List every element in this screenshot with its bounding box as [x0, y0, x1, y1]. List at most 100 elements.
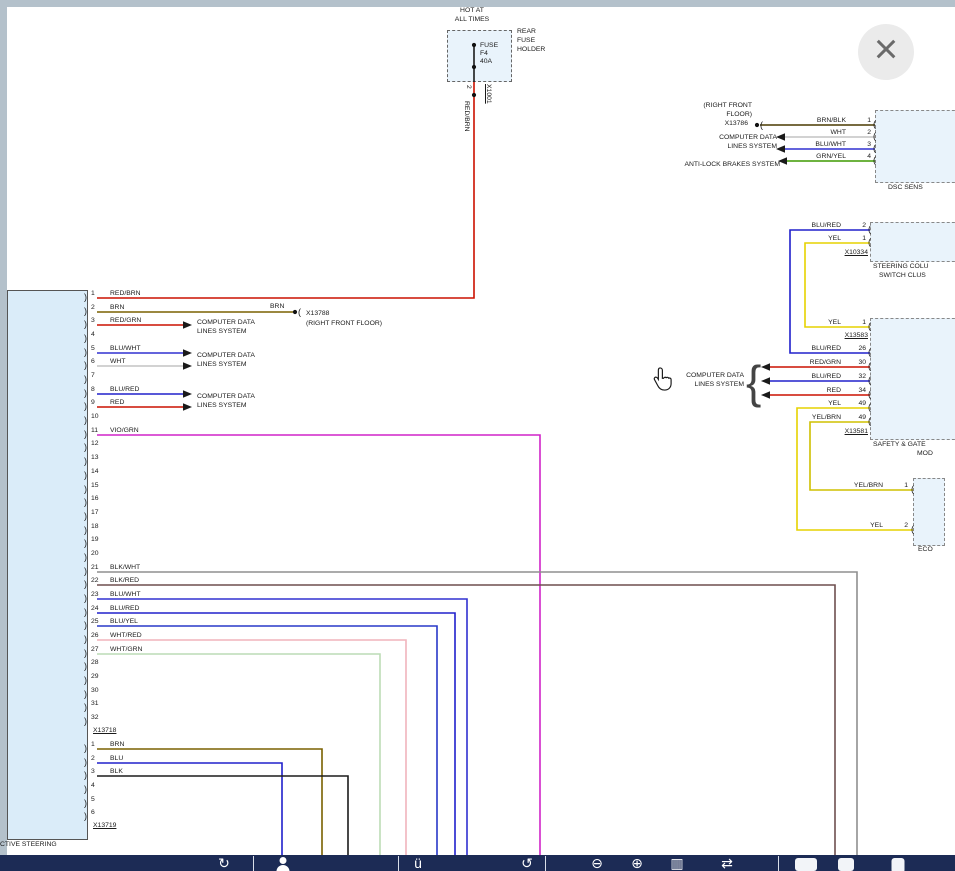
wire-color-label: GRN/YEL: [816, 153, 846, 161]
hand-cursor-icon: [650, 366, 674, 392]
wire-color-label: BLU/WHT: [110, 591, 141, 599]
pin-bracket: ): [84, 661, 87, 672]
user-icon[interactable]: [277, 857, 290, 871]
zoom-out-icon[interactable]: ⊖: [591, 856, 603, 870]
pin-number: 30: [858, 359, 866, 367]
connector-dot-icon: [472, 93, 476, 97]
connector-id: X13788: [306, 310, 329, 318]
pin-number: 22: [91, 577, 99, 585]
pin-bracket: ): [84, 388, 87, 399]
wire-color-label: BRN: [110, 741, 124, 749]
system-label: LINES SYSTEM: [197, 328, 246, 336]
wire-color-label: VIO/GRN: [110, 427, 139, 435]
signal-arrow-icon: [183, 349, 192, 357]
pin-number: 21: [91, 564, 99, 572]
wire-red-brn-main: [97, 82, 474, 298]
pin-bracket: ): [84, 743, 87, 754]
pin-number: 27: [91, 646, 99, 654]
pin-bracket: (: [868, 321, 871, 332]
pin-bracket: (: [868, 347, 871, 358]
close-button[interactable]: ×: [858, 24, 914, 80]
bottom-toolbar: ↻ ü ↺ ⊖ ⊕ ▥ ⇄: [0, 855, 955, 871]
pin-number: 3: [91, 317, 95, 325]
pin-bracket: ): [84, 702, 87, 713]
image-tool-icon[interactable]: [795, 858, 817, 871]
system-label: COMPUTER DATA: [719, 134, 777, 142]
system-label: COMPUTER DATA: [686, 372, 744, 380]
pin-bracket: ): [84, 319, 87, 330]
pin-bracket: ): [84, 634, 87, 645]
location-label: (RIGHT FRONT: [703, 102, 752, 110]
zoom-in-icon[interactable]: ⊕: [631, 856, 643, 870]
signal-arrow-icon: [761, 377, 770, 385]
swap-arrows-icon[interactable]: ⇄: [721, 856, 733, 870]
document-tool-icon[interactable]: [892, 858, 905, 871]
safety-gateway-module-box: [870, 318, 955, 440]
pin-number: 24: [91, 605, 99, 613]
wire-color-label: WHT: [110, 358, 125, 366]
pin-bracket: ): [84, 579, 87, 590]
undo-icon[interactable]: ↺: [521, 856, 533, 870]
export-tool-icon[interactable]: [838, 858, 854, 871]
wire-color-label: WHT/RED: [110, 632, 142, 640]
pin-number: 17: [91, 509, 99, 517]
pin-bracket: (: [868, 389, 871, 400]
pin-number: 12: [91, 440, 99, 448]
pin-number: 2: [904, 522, 908, 530]
wire-color-label: BLU/RED: [812, 373, 841, 381]
diagram-viewport[interactable]: )1RED/BRN)2BRN)3RED/GRN)4)5BLU/WHT)6WHT)…: [0, 0, 955, 871]
signal-arrow-icon: [776, 133, 785, 141]
fuse-rating: 40A: [480, 58, 492, 66]
refresh-icon[interactable]: ↻: [218, 856, 230, 870]
fuse-label: FUSE: [480, 42, 498, 50]
wire-color-label: BLK: [110, 768, 123, 776]
connector-id: X1001: [484, 84, 492, 104]
pin-bracket: (: [873, 143, 876, 154]
dsc-sensor-box: [875, 110, 955, 183]
pin-number: 2: [862, 222, 866, 230]
pin-bracket: ): [84, 757, 87, 768]
pin-bracket: ): [84, 333, 87, 344]
brace: {: [746, 355, 761, 410]
wire-color-label: BRN: [270, 303, 284, 311]
wire-color-label: RED/GRN: [810, 359, 841, 367]
connector-dot-icon: [755, 123, 759, 127]
pin-number: 6: [91, 358, 95, 366]
wire-color-label: RED/BRN: [110, 290, 141, 298]
pin-number: 2: [867, 129, 871, 137]
pin-number: 30: [91, 687, 99, 695]
pin-number: 16: [91, 495, 99, 503]
component-label: ECO: [918, 546, 933, 554]
pin-bracket: (: [873, 119, 876, 130]
label-fragment[interactable]: ü: [414, 856, 422, 870]
layout-columns-icon[interactable]: ▥: [670, 856, 683, 870]
wire-color-label: BLU: [110, 755, 123, 763]
component-label: CTIVE STEERING: [0, 841, 57, 849]
pin-number: 29: [91, 673, 99, 681]
pin-number: 20: [91, 550, 99, 558]
wire-brn-x13719: [97, 749, 322, 858]
pin-bracket: ): [84, 552, 87, 563]
location-label: (RIGHT FRONT FLOOR): [306, 320, 382, 328]
component-label: SAFETY & GATE: [873, 441, 926, 449]
pin-bracket: ): [84, 347, 87, 358]
wire-color-label: BLU/RED: [110, 386, 139, 394]
wire-color-label: BLK/RED: [110, 577, 139, 585]
connector-id: X13583: [845, 332, 868, 340]
wire-blu-x13719: [97, 763, 282, 858]
wiring-layer: [0, 0, 955, 871]
pin-number: 10: [91, 413, 99, 421]
wire-color-label: YEL: [828, 235, 841, 243]
connector-id: X13786: [725, 120, 748, 128]
pin-number: 2: [91, 304, 95, 312]
pin-number: 8: [91, 386, 95, 394]
wire-color-label: BLU/RED: [812, 345, 841, 353]
system-label: COMPUTER DATA: [197, 352, 255, 360]
pin-number: 2: [91, 755, 95, 763]
pin-bracket: ): [84, 770, 87, 781]
pin-bracket: (: [868, 402, 871, 413]
pin-number: 26: [858, 345, 866, 353]
pin-number: 1: [904, 482, 908, 490]
signal-arrow-icon: [183, 321, 192, 329]
eco-box: [913, 478, 945, 546]
